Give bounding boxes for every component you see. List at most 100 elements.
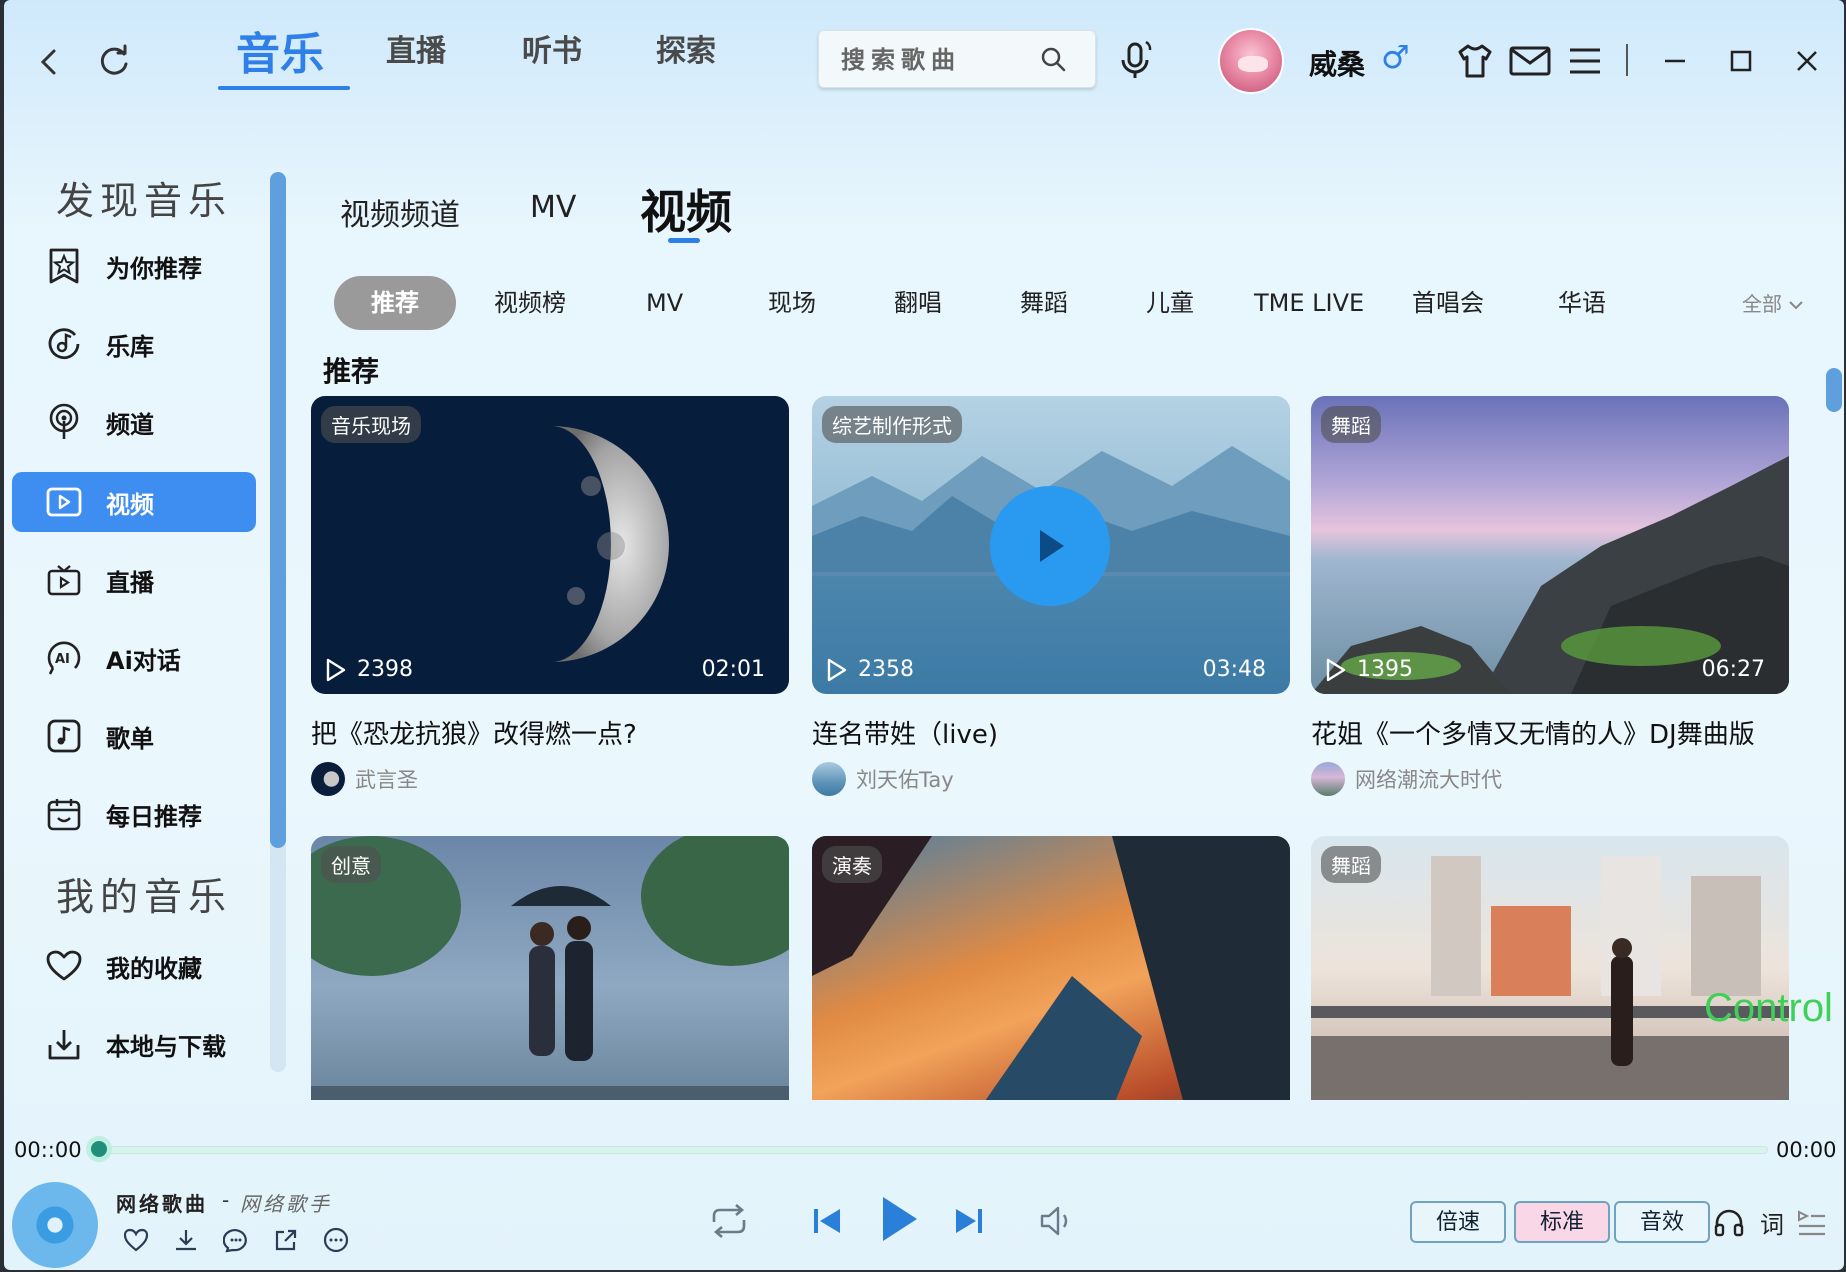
main-tab-explore[interactable]: 探索	[656, 26, 716, 70]
main-tab-audiobook[interactable]: 听书	[522, 26, 582, 70]
video-card[interactable]: 音乐现场 2398 02:01 把《恐龙抗狼》改得燃一点? 武言圣	[311, 396, 789, 796]
sidebar-item-recommend[interactable]: 为你推荐	[12, 236, 256, 296]
sidebar-scrollbar[interactable]	[270, 172, 286, 1072]
listen-together-button[interactable]	[1710, 1202, 1748, 1242]
heart-icon	[44, 946, 84, 986]
close-button[interactable]	[1786, 40, 1828, 82]
sidebar: 发现音乐 为你推荐 乐库 频道 视频 直播 AI Ai对话 歌单 每日推荐 我的…	[4, 150, 264, 1080]
video-card[interactable]: 演奏	[812, 836, 1290, 1100]
sidebar-item-local-download[interactable]: 本地与下载	[12, 1014, 256, 1074]
progress-knob[interactable]	[86, 1136, 112, 1162]
quality-button[interactable]: 标准	[1514, 1201, 1611, 1243]
video-title[interactable]: 连名带姓（live)	[812, 714, 998, 751]
video-author[interactable]: 刘天佑Tay	[812, 762, 954, 796]
topbar-divider	[1626, 44, 1628, 76]
album-disc[interactable]	[12, 1182, 98, 1268]
chip-live-scene[interactable]: 现场	[768, 276, 816, 330]
repeat-button[interactable]	[706, 1198, 752, 1244]
comment-icon[interactable]	[222, 1226, 250, 1254]
messages-button[interactable]	[1508, 40, 1552, 82]
sidebar-item-library[interactable]: 乐库	[12, 314, 256, 374]
chip-first-show[interactable]: 首唱会	[1412, 276, 1484, 330]
playlist-queue-button[interactable]	[1794, 1202, 1830, 1242]
chip-recommend[interactable]: 推荐	[334, 276, 456, 330]
avatar[interactable]	[1218, 28, 1284, 94]
more-icon[interactable]	[322, 1226, 350, 1254]
song-artist[interactable]: 网络歌手	[240, 1188, 332, 1217]
minimize-button[interactable]	[1654, 40, 1696, 82]
play-pause-button[interactable]	[868, 1188, 930, 1250]
chip-cover[interactable]: 翻唱	[894, 276, 942, 330]
download-icon	[44, 1024, 84, 1064]
play-icon	[883, 1197, 917, 1241]
skin-button[interactable]	[1454, 40, 1496, 82]
sidebar-section-my-music: 我的音乐	[56, 875, 233, 919]
video-author[interactable]: 网络潮流大时代	[1311, 762, 1502, 796]
progress-bar[interactable]	[96, 1146, 1768, 1154]
back-button[interactable]	[22, 34, 78, 90]
subtab-video[interactable]: 视频	[640, 176, 732, 242]
refresh-button[interactable]	[86, 34, 142, 90]
video-thumbnail[interactable]: 创意	[311, 836, 789, 1100]
video-thumbnail[interactable]: 舞蹈 1395 06:27	[1311, 396, 1789, 694]
play-button[interactable]	[990, 486, 1110, 606]
sidebar-item-favorites[interactable]: 我的收藏	[12, 936, 256, 996]
menu-button[interactable]	[1564, 40, 1606, 82]
chip-video-chart[interactable]: 视频榜	[494, 276, 566, 330]
video-thumbnail[interactable]: 演奏	[812, 836, 1290, 1100]
tshirt-icon	[1458, 44, 1492, 78]
player-bar: 网络歌曲 - 网络歌手 倍速 标准 音效 词	[4, 1168, 1844, 1270]
video-title[interactable]: 把《恐龙抗狼》改得燃一点?	[311, 714, 637, 751]
top-bar: 音乐 直播 听书 探索 威桑 ♂	[4, 0, 1844, 122]
search-icon[interactable]	[1039, 45, 1067, 73]
sidebar-item-daily[interactable]: 每日推荐	[12, 784, 256, 844]
subtab-mv[interactable]: MV	[530, 190, 576, 225]
overlay-control-text: Control	[1704, 986, 1833, 1030]
sidebar-item-playlist[interactable]: 歌单	[12, 706, 256, 766]
sidebar-item-ai-chat[interactable]: AI Ai对话	[12, 628, 256, 688]
lyrics-button[interactable]: 词	[1754, 1202, 1790, 1242]
author-name: 刘天佑Tay	[856, 768, 954, 792]
chip-children[interactable]: 儿童	[1146, 276, 1194, 330]
previous-button[interactable]	[804, 1198, 850, 1244]
sidebar-item-video[interactable]: 视频	[12, 472, 256, 532]
chip-chinese[interactable]: 华语	[1558, 276, 1606, 330]
song-name[interactable]: 网络歌曲	[116, 1188, 208, 1217]
video-thumbnail[interactable]: 音乐现场 2398 02:01	[311, 396, 789, 694]
chip-all-dropdown[interactable]: 全部	[1742, 288, 1804, 317]
main-tab-live[interactable]: 直播	[386, 26, 446, 70]
video-card[interactable]: 综艺制作形式 2358 03:48 连名带姓（live) 刘天佑Tay	[812, 396, 1290, 796]
video-thumbnail[interactable]: 综艺制作形式 2358 03:48	[812, 396, 1290, 694]
like-icon[interactable]	[122, 1226, 150, 1254]
maximize-button[interactable]	[1720, 40, 1762, 82]
sidebar-item-channel[interactable]: 频道	[12, 392, 256, 452]
repeat-icon	[712, 1204, 746, 1238]
speed-button[interactable]: 倍速	[1410, 1201, 1507, 1243]
subtab-video-channel[interactable]: 视频频道	[340, 190, 460, 234]
video-author[interactable]: 武言圣	[311, 762, 418, 796]
sidebar-scrollbar-thumb[interactable]	[270, 172, 286, 848]
sound-effect-button[interactable]: 音效	[1614, 1201, 1711, 1243]
play-count-value: 2398	[357, 657, 413, 682]
volume-button[interactable]	[1034, 1198, 1080, 1244]
sidebar-item-label: 歌单	[106, 724, 154, 753]
video-title[interactable]: 花姐《一个多情又无情的人》DJ舞曲版	[1311, 714, 1755, 751]
share-icon[interactable]	[272, 1226, 300, 1254]
username[interactable]: 威桑	[1309, 43, 1365, 83]
sidebar-item-label: 直播	[106, 568, 154, 597]
main-tab-music[interactable]: 音乐	[236, 18, 324, 82]
video-card[interactable]: 创意	[311, 836, 789, 1100]
video-card[interactable]: 舞蹈	[1311, 836, 1789, 1100]
next-button[interactable]	[946, 1198, 992, 1244]
download-icon[interactable]	[172, 1226, 200, 1254]
skyscraper-thumbnail-art	[812, 836, 1290, 1100]
chip-tme-live[interactable]: TME LIVE	[1254, 276, 1364, 330]
chip-mv[interactable]: MV	[646, 276, 683, 330]
voice-search-button[interactable]	[1114, 38, 1158, 82]
content-scrollbar-thumb[interactable]	[1826, 368, 1842, 412]
search-input[interactable]	[819, 44, 1039, 74]
sidebar-item-live[interactable]: 直播	[12, 550, 256, 610]
chip-dance[interactable]: 舞蹈	[1020, 276, 1068, 330]
video-thumbnail[interactable]: 舞蹈	[1311, 836, 1789, 1100]
video-card[interactable]: 舞蹈 1395 06:27 花姐《一个多情又无情的人》DJ舞曲版 网络潮流大时代	[1311, 396, 1789, 796]
